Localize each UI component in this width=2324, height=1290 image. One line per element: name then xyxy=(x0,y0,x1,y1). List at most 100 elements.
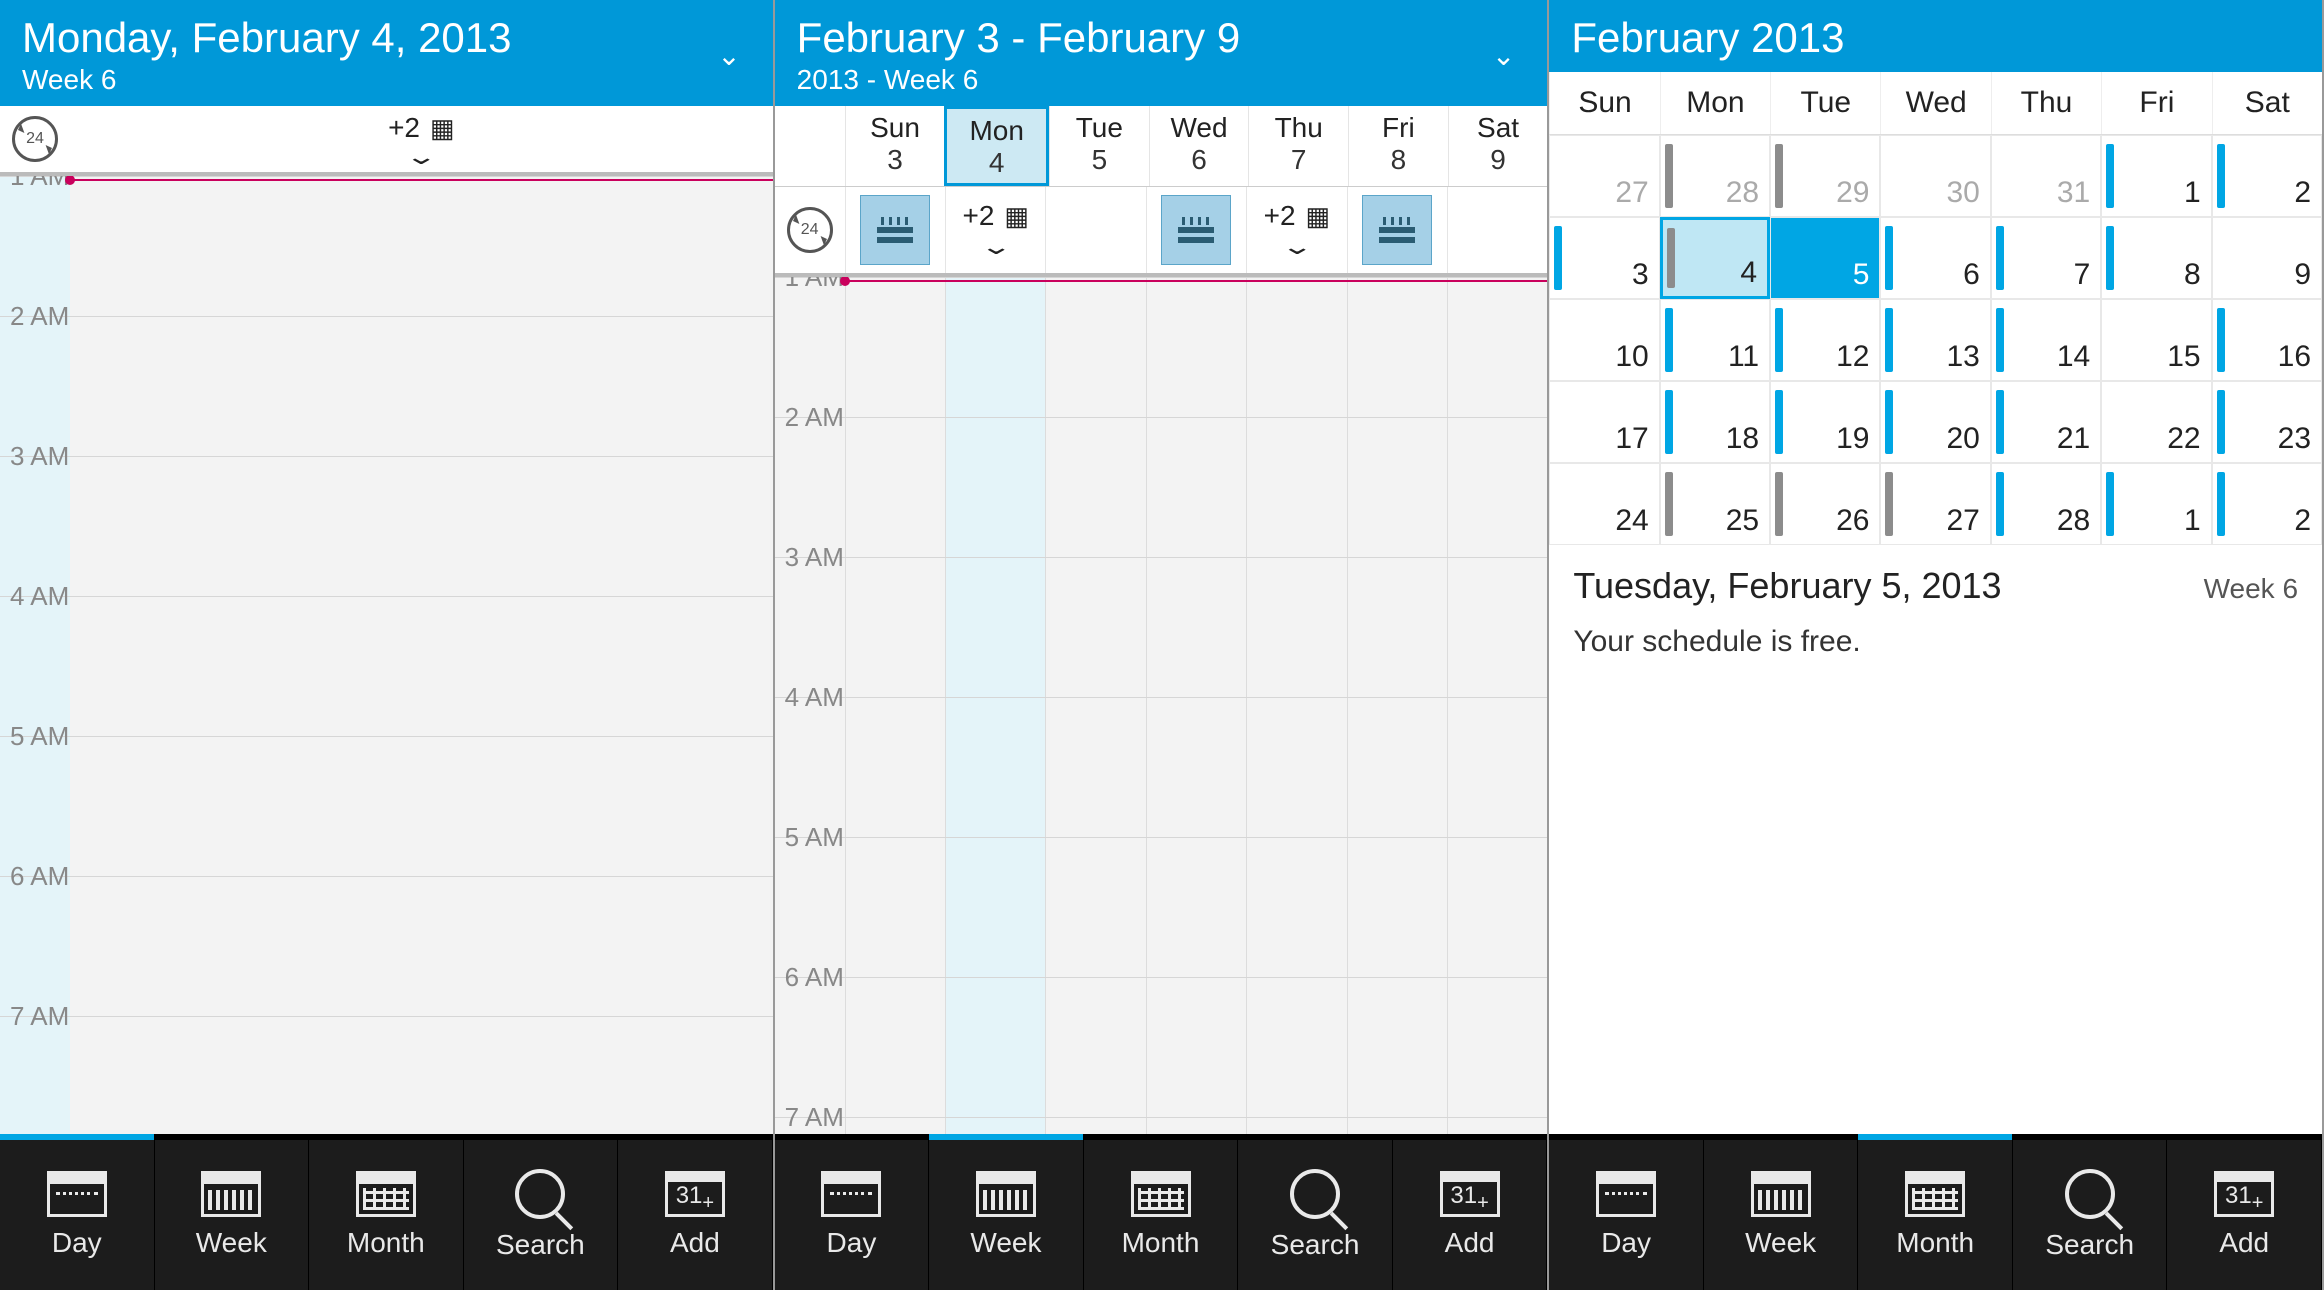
week-day-tue[interactable]: Tue5 xyxy=(1049,106,1149,186)
tab-week[interactable]: Week xyxy=(155,1140,310,1290)
tab-month[interactable]: Month xyxy=(1084,1140,1239,1290)
month-cell[interactable]: 21 xyxy=(1991,381,2101,463)
week-header[interactable]: February 3 - February 9 2013 - Week 6 ⌄ xyxy=(775,0,1548,106)
month-cell[interactable]: 17 xyxy=(1549,381,1659,463)
month-cell[interactable]: 5 xyxy=(1770,217,1880,299)
allday-cell[interactable] xyxy=(1146,187,1246,273)
month-cell[interactable]: 10 xyxy=(1549,299,1659,381)
week-day-sun[interactable]: Sun3 xyxy=(845,106,945,186)
month-cell[interactable]: 27 xyxy=(1880,463,1990,545)
clock-24-icon[interactable]: 24 xyxy=(0,106,70,172)
month-cell[interactable]: 6 xyxy=(1880,217,1990,299)
month-cell[interactable]: 9 xyxy=(2212,217,2322,299)
hour-label: 1 AM xyxy=(785,277,844,293)
tab-day[interactable]: Day xyxy=(0,1140,155,1290)
month-cell[interactable]: 11 xyxy=(1660,299,1770,381)
clock-24-icon[interactable]: 24 xyxy=(775,187,845,273)
tab-add[interactable]: 31+Add xyxy=(1393,1140,1548,1290)
month-cell[interactable]: 4 xyxy=(1660,217,1770,299)
tab-week[interactable]: Week xyxy=(929,1140,1084,1290)
month-cell[interactable]: 20 xyxy=(1880,381,1990,463)
month-cell[interactable]: 26 xyxy=(1770,463,1880,545)
month-cell[interactable]: 25 xyxy=(1660,463,1770,545)
tab-day[interactable]: Day xyxy=(775,1140,930,1290)
hour-label: 7 AM xyxy=(785,1102,844,1133)
day-hour-grid[interactable]: 1 AM2 AM3 AM4 AM5 AM6 AM7 AM8 AM xyxy=(0,176,773,1140)
tab-add[interactable]: 31+Add xyxy=(618,1140,773,1290)
allday-expand[interactable]: +2 ⌄ xyxy=(1264,200,1331,260)
month-cell[interactable]: 8 xyxy=(2101,217,2211,299)
tab-month[interactable]: Month xyxy=(1858,1140,2013,1290)
allday-cell[interactable] xyxy=(1045,187,1145,273)
week-day-mon[interactable]: Mon4 xyxy=(944,106,1049,186)
month-cell[interactable]: 19 xyxy=(1770,381,1880,463)
month-cell[interactable]: 1 xyxy=(2101,463,2211,545)
birthday-event[interactable] xyxy=(860,195,930,265)
month-cell[interactable]: 2 xyxy=(2212,463,2322,545)
month-cell[interactable]: 12 xyxy=(1770,299,1880,381)
week-icon xyxy=(976,1171,1036,1217)
tab-month[interactable]: Month xyxy=(309,1140,464,1290)
month-cell[interactable]: 3 xyxy=(1549,217,1659,299)
allday-cell[interactable] xyxy=(1347,187,1447,273)
month-header[interactable]: February 2013 xyxy=(1549,0,2322,72)
hour-label: 3 AM xyxy=(10,441,69,472)
week-day-sat[interactable]: Sat9 xyxy=(1448,106,1548,186)
allday-cell[interactable]: +2 ⌄ xyxy=(1246,187,1346,273)
day-icon xyxy=(47,1171,107,1217)
month-cell[interactable]: 1 xyxy=(2101,135,2211,217)
allday-expand[interactable]: +2 ⌄ xyxy=(70,106,773,172)
month-cell[interactable]: 7 xyxy=(1991,217,2101,299)
allday-cell[interactable] xyxy=(845,187,945,273)
chevron-down-icon[interactable]: ⌄ xyxy=(1482,29,1525,82)
birthday-event[interactable] xyxy=(1362,195,1432,265)
birthday-event[interactable] xyxy=(1161,195,1231,265)
now-indicator xyxy=(70,179,773,181)
month-cell[interactable]: 15 xyxy=(2101,299,2211,381)
month-cell[interactable]: 29 xyxy=(1770,135,1880,217)
month-cell[interactable]: 16 xyxy=(2212,299,2322,381)
month-cell[interactable]: 2 xyxy=(2212,135,2322,217)
search-icon xyxy=(515,1169,565,1219)
chevron-down-icon[interactable]: ⌄ xyxy=(707,29,750,82)
tab-search[interactable]: Search xyxy=(1238,1140,1393,1290)
tab-search[interactable]: Search xyxy=(2013,1140,2168,1290)
week-hour-grid[interactable]: 1 AM2 AM3 AM4 AM5 AM6 AM7 AM8 AM xyxy=(775,277,1548,1140)
month-cell[interactable]: 23 xyxy=(2212,381,2322,463)
event-bar xyxy=(2106,472,2114,536)
month-cell[interactable]: 28 xyxy=(1660,135,1770,217)
event-bar xyxy=(1775,390,1783,454)
allday-expand[interactable]: +2 ⌄ xyxy=(962,200,1029,260)
month-cell[interactable]: 22 xyxy=(2101,381,2211,463)
event-bar xyxy=(1885,308,1893,372)
day-icon xyxy=(1596,1171,1656,1217)
month-cell[interactable]: 13 xyxy=(1880,299,1990,381)
month-cell[interactable]: 28 xyxy=(1991,463,2101,545)
tab-search[interactable]: Search xyxy=(464,1140,619,1290)
day-view-panel: Monday, February 4, 2013 Week 6 ⌄ 24 +2 … xyxy=(0,0,775,1290)
event-bar xyxy=(1665,308,1673,372)
month-cell[interactable]: 27 xyxy=(1549,135,1659,217)
month-cell[interactable]: 14 xyxy=(1991,299,2101,381)
day-header[interactable]: Monday, February 4, 2013 Week 6 ⌄ xyxy=(0,0,773,106)
tab-week[interactable]: Week xyxy=(1704,1140,1859,1290)
week-day-thu[interactable]: Thu7 xyxy=(1248,106,1348,186)
add-icon: 31+ xyxy=(1440,1171,1500,1217)
day-title: Monday, February 4, 2013 xyxy=(22,14,707,62)
event-bar xyxy=(1665,390,1673,454)
week-day-fri[interactable]: Fri8 xyxy=(1348,106,1448,186)
summary-date: Tuesday, February 5, 2013 xyxy=(1573,565,2001,607)
allday-cell[interactable] xyxy=(1447,187,1547,273)
month-cell[interactable]: 31 xyxy=(1991,135,2101,217)
allday-cell[interactable]: +2 ⌄ xyxy=(945,187,1045,273)
hour-label: 2 AM xyxy=(785,402,844,433)
cake-icon xyxy=(1178,217,1214,243)
tab-add[interactable]: 31+Add xyxy=(2167,1140,2322,1290)
month-cell[interactable]: 24 xyxy=(1549,463,1659,545)
month-cell[interactable]: 30 xyxy=(1880,135,1990,217)
week-day-wed[interactable]: Wed6 xyxy=(1149,106,1249,186)
event-bar xyxy=(2217,308,2225,372)
hour-label: 6 AM xyxy=(785,962,844,993)
month-cell[interactable]: 18 xyxy=(1660,381,1770,463)
tab-day[interactable]: Day xyxy=(1549,1140,1704,1290)
